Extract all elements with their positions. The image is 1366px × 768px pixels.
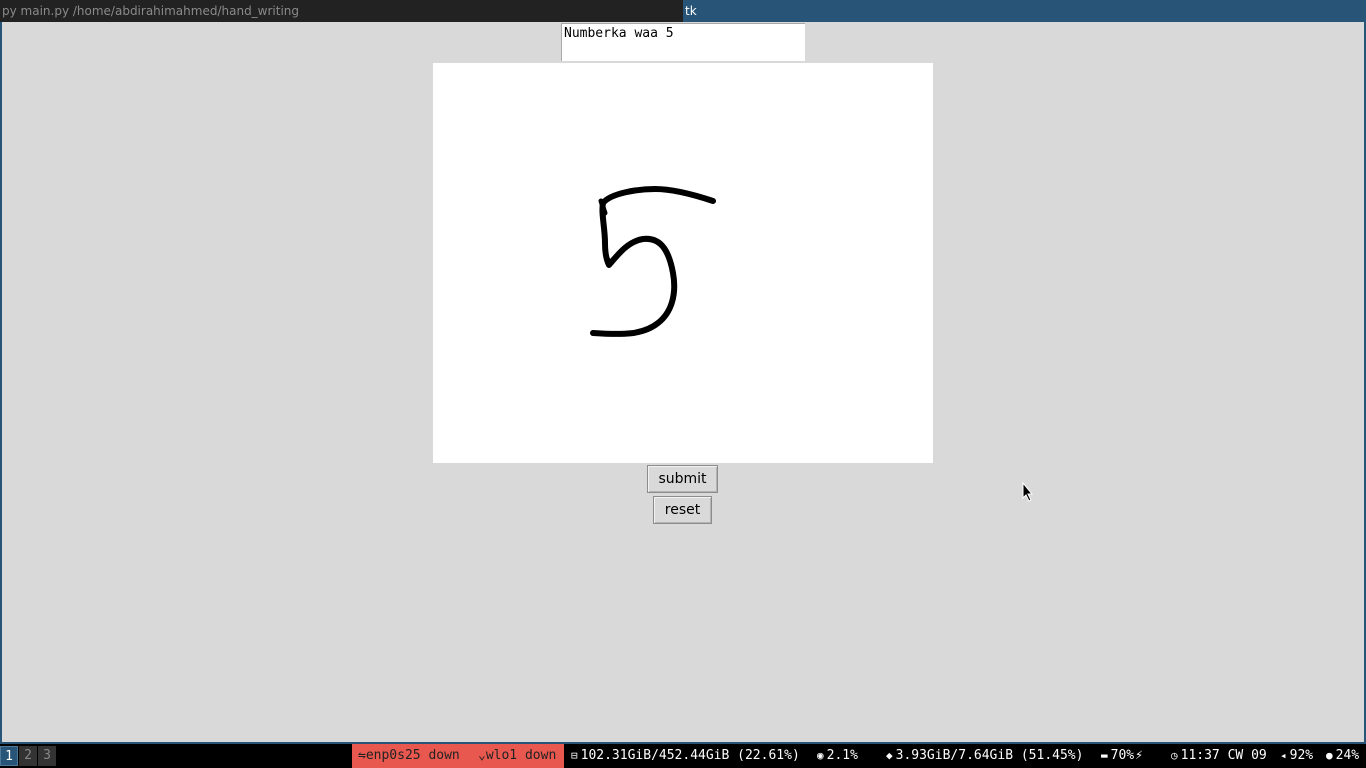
battery-text: 70%	[1110, 748, 1135, 763]
memory-icon: ◆	[886, 749, 893, 762]
unfocused-window-title[interactable]: py main.py /home/abdirahimahmed/hand_wri…	[0, 0, 683, 22]
memory-text: 3.93GiB/7.64GiB (51.45%)	[895, 748, 1084, 763]
focused-window-title[interactable]: tk	[683, 0, 1366, 22]
clock-text: 11:37 CW 09	[1180, 748, 1267, 763]
prediction-text-box[interactable]: Numberka waa 5	[561, 23, 805, 61]
volume-text: 92%	[1289, 748, 1314, 763]
cpu-text: 2.1%	[826, 748, 858, 763]
workspace-button-3[interactable]: 3	[38, 746, 56, 766]
ethernet-icon: ⇋	[358, 748, 366, 763]
disk-text: 102.31GiB/452.44GiB (22.61%)	[580, 748, 800, 763]
clock-status: ◷ 11:37 CW 09	[1171, 744, 1267, 768]
workspace-button-2[interactable]: 2	[19, 746, 37, 766]
speaker-icon: ◂	[1280, 749, 1287, 762]
handwritten-digit-drawing	[590, 186, 716, 337]
volume-status[interactable]: ◂ 92%	[1280, 744, 1313, 768]
ethernet-text: enp0s25 down	[365, 748, 460, 763]
drawing-canvas[interactable]	[433, 63, 933, 463]
wifi-text: wlo1 down	[485, 748, 557, 763]
wifi-icon: ⌄	[478, 748, 486, 763]
cpu-gauge-icon: ◉	[817, 749, 824, 762]
submit-button[interactable]: submit	[647, 465, 718, 493]
memory-status: ◆ 3.93GiB/7.64GiB (51.45%)	[886, 744, 1083, 768]
network-status-block: ⇋enp0s25 down ⌄wlo1 down	[352, 744, 564, 768]
disk-icon: ⊟	[571, 749, 578, 762]
battery-icon: ▬	[1101, 749, 1108, 762]
charging-bolt-icon: ⚡	[1135, 748, 1143, 763]
reset-button[interactable]: reset	[653, 496, 712, 524]
battery-status: ▬ 70%⚡	[1101, 744, 1143, 768]
status-bar: 1 2 3 ⇋enp0s25 down ⌄wlo1 down ⊟ 102.31Gi…	[0, 744, 1366, 768]
workspace-button-1[interactable]: 1	[0, 746, 18, 766]
microphone-icon: ●	[1326, 749, 1333, 762]
mic-text: 24%	[1335, 748, 1360, 763]
cpu-status: ◉ 2.1%	[817, 744, 858, 768]
clock-icon: ◷	[1171, 749, 1178, 762]
ethernet-status: ⇋enp0s25 down	[358, 744, 460, 768]
wifi-status: ⌄wlo1 down	[478, 744, 556, 768]
mic-status[interactable]: ● 24%	[1326, 744, 1359, 768]
mouse-cursor-icon	[1022, 481, 1034, 506]
disk-status: ⊟ 102.31GiB/452.44GiB (22.61%)	[571, 744, 800, 768]
